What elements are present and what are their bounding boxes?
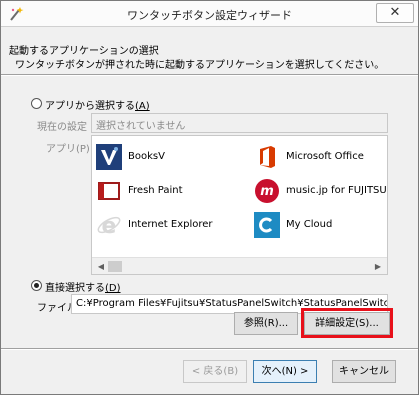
- direct-select-radio[interactable]: [31, 280, 42, 291]
- app-name: Microsoft Office: [286, 151, 364, 162]
- app-list[interactable]: BooksV Microsoft Office Fresh Paint m mu…: [91, 135, 388, 275]
- browse-button[interactable]: 参照(R)...: [234, 312, 298, 335]
- app-name: BooksV: [128, 151, 165, 162]
- back-button[interactable]: < 戻る(B): [183, 360, 247, 383]
- scroll-left-icon[interactable]: ◀: [94, 260, 108, 273]
- horizontal-scrollbar[interactable]: ◀ ▶: [92, 257, 387, 274]
- app-name: My Cloud: [286, 219, 333, 230]
- select-app-label[interactable]: アプリから選択する(A): [45, 97, 150, 112]
- booksv-icon: [96, 144, 122, 170]
- app-item-fresh-paint[interactable]: Fresh Paint: [96, 176, 236, 208]
- microsoft-office-icon: [260, 146, 275, 168]
- next-button[interactable]: 次へ(N) >: [253, 360, 317, 383]
- music-jp-icon: m: [255, 179, 279, 203]
- internet-explorer-icon: e: [97, 214, 121, 238]
- footer-separator: [1, 348, 418, 350]
- app-name: Fresh Paint: [128, 185, 183, 196]
- current-setting-field: 選択されていません: [91, 113, 388, 133]
- close-button[interactable]: ✕: [376, 3, 414, 23]
- current-setting-label: 現在の設定: [37, 122, 87, 133]
- app-name: music.jp for FUJITSU: [286, 185, 387, 196]
- direct-select-label[interactable]: 直接選択する(D): [45, 279, 121, 294]
- select-app-radio[interactable]: [31, 98, 42, 109]
- app-item-microsoft-office[interactable]: Microsoft Office: [254, 142, 384, 174]
- wizard-window: ワンタッチボタン設定ウィザード ✕ 起動するアプリケーションの選択 ワンタッチボ…: [0, 0, 419, 395]
- apps-label: アプリ(P):: [46, 144, 94, 155]
- app-item-music-jp[interactable]: m music.jp for FUJITSU: [254, 176, 387, 208]
- svg-text:m: m: [260, 184, 274, 199]
- header-separator: [1, 74, 418, 76]
- cancel-button[interactable]: キャンセル: [332, 360, 396, 383]
- app-item-internet-explorer[interactable]: e Internet Explorer: [96, 210, 236, 242]
- header-description: ワンタッチボタンが押された時に起動するアプリケーションを選択してください。: [15, 60, 385, 71]
- app-name: Internet Explorer: [128, 219, 213, 230]
- fresh-paint-icon: [98, 182, 120, 200]
- window-title: ワンタッチボタン設定ウィザード: [127, 9, 292, 22]
- wizard-header: 起動するアプリケーションの選択 ワンタッチボタンが押された時に起動するアプリケー…: [1, 28, 418, 71]
- highlight-box: [301, 308, 393, 338]
- app-item-my-cloud[interactable]: My Cloud: [254, 210, 384, 242]
- scroll-thumb[interactable]: [108, 261, 122, 272]
- title-bar[interactable]: ワンタッチボタン設定ウィザード ✕: [1, 1, 418, 27]
- header-title: 起動するアプリケーションの選択: [9, 46, 159, 57]
- scroll-right-icon[interactable]: ▶: [371, 260, 385, 273]
- app-item-booksv[interactable]: BooksV: [96, 142, 236, 174]
- my-cloud-icon: [254, 212, 280, 238]
